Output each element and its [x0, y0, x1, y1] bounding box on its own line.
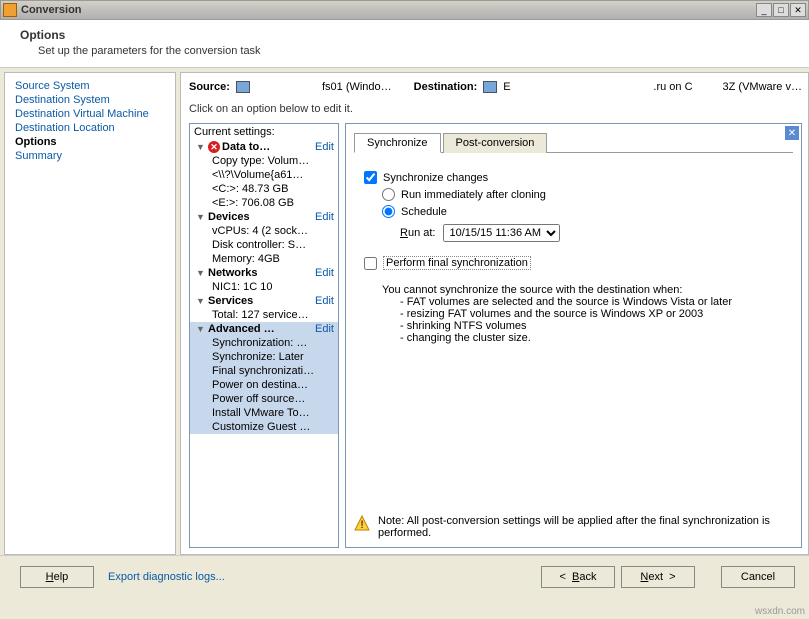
- sync-info: You cannot synchronize the source with t…: [382, 284, 783, 344]
- run-immediately-label: Run immediately after cloning: [401, 189, 546, 201]
- schedule-label: Schedule: [401, 206, 447, 218]
- run-at-label: Run at:: [400, 227, 435, 239]
- nav-destination-location[interactable]: Destination Location: [15, 121, 175, 135]
- info-item: FAT volumes are selected and the source …: [400, 296, 783, 308]
- svg-text:!: !: [360, 519, 363, 531]
- tree-item[interactable]: Install VMware To…: [190, 406, 338, 420]
- tree-group-services[interactable]: ▼ServicesEdit: [190, 294, 338, 308]
- app-icon: [3, 3, 17, 17]
- destination-value-2: .ru on C: [653, 81, 692, 93]
- final-sync-label: Perform final synchronization: [383, 256, 531, 270]
- warning-icon: !: [354, 515, 370, 531]
- watermark: wsxdn.com: [755, 606, 805, 617]
- run-immediately-radio[interactable]: [382, 188, 395, 201]
- edit-link[interactable]: Edit: [315, 141, 336, 153]
- cancel-button[interactable]: Cancel: [721, 566, 795, 588]
- footer: Help Export diagnostic logs... < Back Ne…: [0, 555, 809, 597]
- nav-destination-vm[interactable]: Destination Virtual Machine: [15, 107, 175, 121]
- source-icon: [236, 81, 250, 93]
- content-panel: Source: fs01 (Windo… Destination: E .ru …: [180, 72, 809, 555]
- tab-post-conversion[interactable]: Post-conversion: [443, 133, 548, 153]
- source-label: Source:: [189, 81, 230, 93]
- error-icon: ✕: [208, 141, 220, 153]
- chevron-down-icon[interactable]: ▼: [196, 324, 206, 334]
- info-item: changing the cluster size.: [400, 332, 783, 344]
- edit-link[interactable]: Edit: [315, 211, 336, 223]
- help-button[interactable]: Help: [20, 566, 94, 588]
- edit-link[interactable]: Edit: [315, 295, 336, 307]
- titlebar: Conversion _ □ ✕: [0, 0, 809, 20]
- schedule-radio[interactable]: [382, 205, 395, 218]
- page-header: Options Set up the parameters for the co…: [0, 20, 809, 68]
- tree-group-devices[interactable]: ▼DevicesEdit: [190, 210, 338, 224]
- chevron-down-icon[interactable]: ▼: [196, 296, 206, 306]
- tree-item[interactable]: Final synchronizati…: [190, 364, 338, 378]
- nav-destination-system[interactable]: Destination System: [15, 93, 175, 107]
- nav-summary[interactable]: Summary: [15, 149, 175, 163]
- wizard-nav: Source System Destination System Destina…: [4, 72, 176, 555]
- tree-item[interactable]: Power on destina…: [190, 378, 338, 392]
- edit-link[interactable]: Edit: [315, 267, 336, 279]
- sync-changes-checkbox[interactable]: [364, 171, 377, 184]
- chevron-down-icon[interactable]: ▼: [196, 142, 206, 152]
- run-at-select[interactable]: 10/15/15 11:36 AM: [443, 224, 560, 242]
- settings-tree-scroll[interactable]: Current settings: ▼✕Data to…Edit Copy ty…: [190, 124, 338, 547]
- note-text: Note: All post-conversion settings will …: [378, 515, 793, 539]
- tree-item[interactable]: Power off source…: [190, 392, 338, 406]
- tree-item[interactable]: <E:>: 706.08 GB: [190, 196, 338, 210]
- chevron-down-icon[interactable]: ▼: [196, 212, 206, 222]
- tree-item[interactable]: Synchronization: …: [190, 336, 338, 350]
- info-heading: You cannot synchronize the source with t…: [382, 284, 783, 296]
- page-title: Options: [14, 28, 795, 42]
- note-bar: ! Note: All post-conversion settings wil…: [354, 509, 793, 539]
- tab-synchronize[interactable]: Synchronize: [354, 133, 441, 153]
- close-window-button[interactable]: ✕: [790, 3, 806, 17]
- info-item: resizing FAT volumes and the source is W…: [400, 308, 783, 320]
- tab-bar: Synchronize Post-conversion: [354, 132, 793, 153]
- tree-item[interactable]: Disk controller: S…: [190, 238, 338, 252]
- close-panel-button[interactable]: ✕: [785, 126, 799, 140]
- tree-item[interactable]: <C:>: 48.73 GB: [190, 182, 338, 196]
- tree-item[interactable]: Synchronize: Later: [190, 350, 338, 364]
- back-button[interactable]: < Back: [541, 566, 615, 588]
- info-item: shrinking NTFS volumes: [400, 320, 783, 332]
- window-title: Conversion: [21, 4, 755, 16]
- nav-options[interactable]: Options: [15, 135, 175, 149]
- tree-item[interactable]: Customize Guest …: [190, 420, 338, 434]
- destination-value-1: E: [503, 81, 510, 93]
- settings-tree: Current settings: ▼✕Data to…Edit Copy ty…: [189, 123, 339, 548]
- tree-item[interactable]: vCPUs: 4 (2 sock…: [190, 224, 338, 238]
- tree-group-data[interactable]: ▼✕Data to…Edit: [190, 140, 338, 154]
- edit-hint: Click on an option below to edit it.: [189, 103, 802, 115]
- tree-item[interactable]: <\\?\Volume{a61…: [190, 168, 338, 182]
- page-subtitle: Set up the parameters for the conversion…: [14, 45, 795, 57]
- minimize-button[interactable]: _: [756, 3, 772, 17]
- destination-label: Destination:: [414, 81, 478, 93]
- edit-link[interactable]: Edit: [315, 323, 336, 335]
- final-sync-checkbox[interactable]: [364, 257, 377, 270]
- tree-item[interactable]: Total: 127 service…: [190, 308, 338, 322]
- tree-item[interactable]: NIC1: 1C 10: [190, 280, 338, 294]
- source-value: fs01 (Windo…: [322, 81, 392, 93]
- source-dest-bar: Source: fs01 (Windo… Destination: E .ru …: [189, 79, 802, 99]
- detail-panel: ✕ Synchronize Post-conversion Synchroniz…: [345, 123, 802, 548]
- tree-item[interactable]: Memory: 4GB: [190, 252, 338, 266]
- tab-content: Synchronize changes Run immediately afte…: [346, 153, 801, 509]
- destination-value-3: 3Z (VMware v…: [723, 81, 802, 93]
- tree-item[interactable]: Copy type: Volum…: [190, 154, 338, 168]
- sync-changes-label: Synchronize changes: [383, 172, 488, 184]
- tree-group-advanced[interactable]: ▼Advanced …Edit: [190, 322, 338, 336]
- nav-source-system[interactable]: Source System: [15, 79, 175, 93]
- maximize-button[interactable]: □: [773, 3, 789, 17]
- destination-icon: [483, 81, 497, 93]
- tree-header: Current settings:: [190, 124, 338, 140]
- next-button[interactable]: Next >: [621, 566, 695, 588]
- export-logs-link[interactable]: Export diagnostic logs...: [108, 571, 225, 583]
- tree-group-networks[interactable]: ▼NetworksEdit: [190, 266, 338, 280]
- chevron-down-icon[interactable]: ▼: [196, 268, 206, 278]
